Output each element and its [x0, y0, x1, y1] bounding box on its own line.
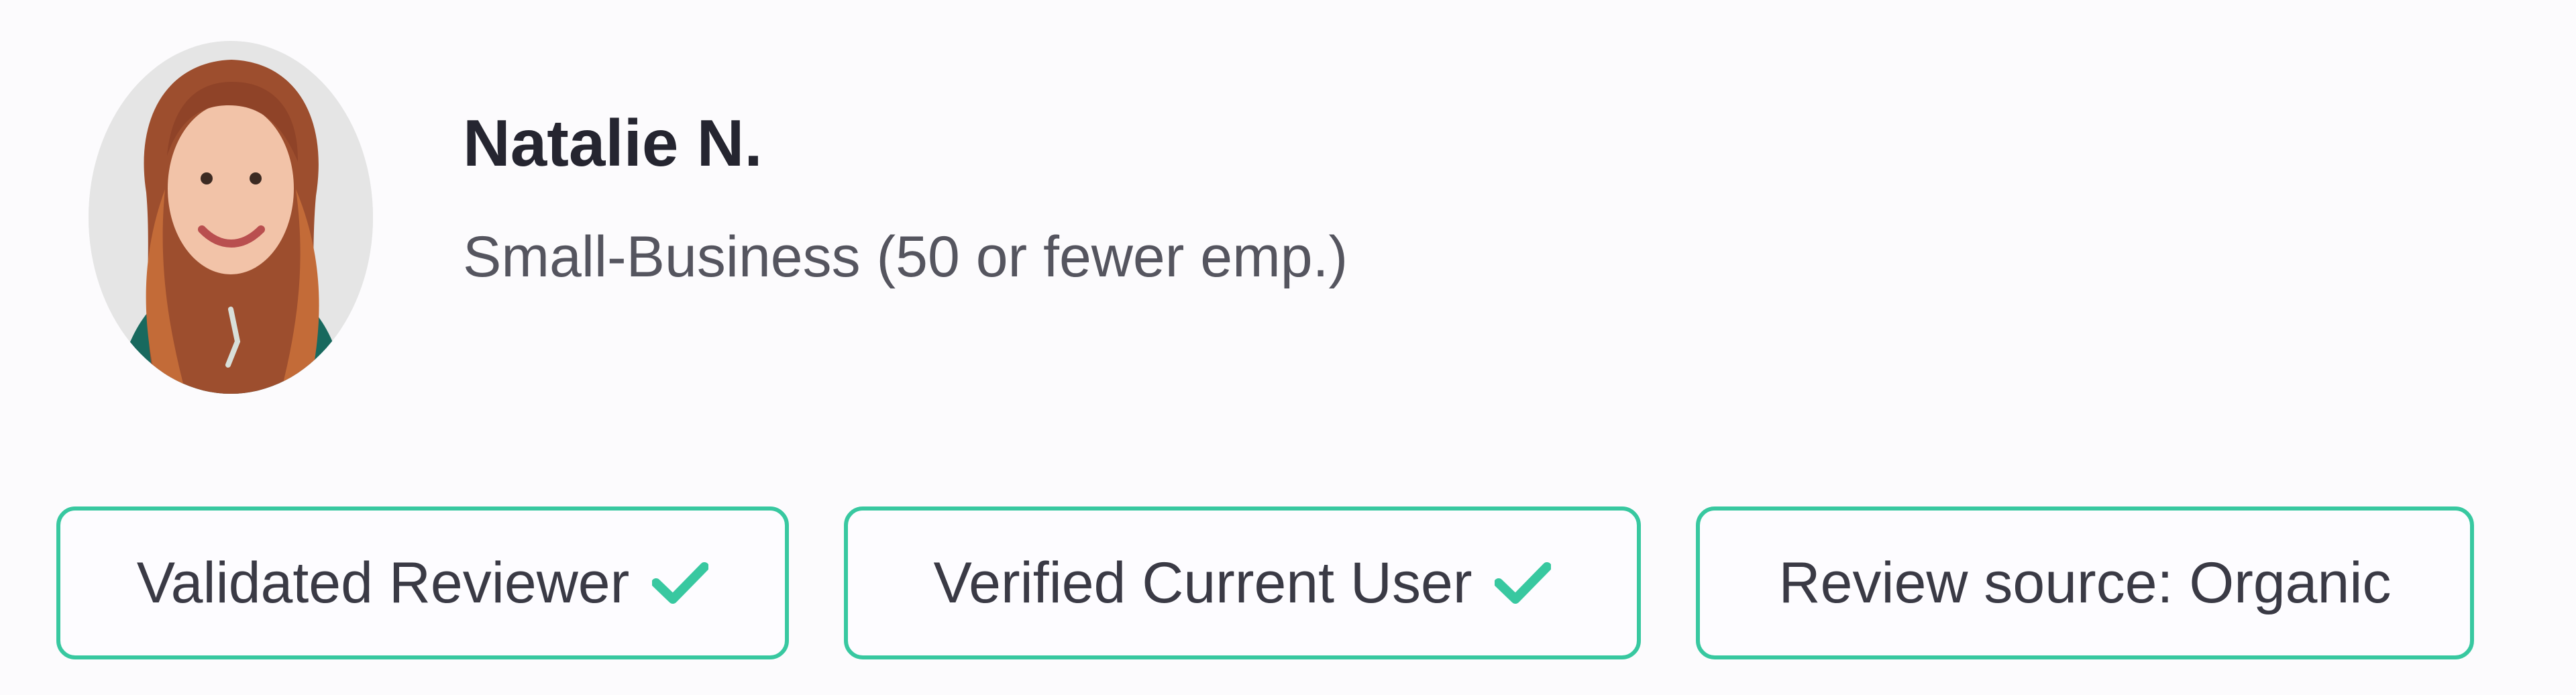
review-source-badge: Review source: Organic [1696, 506, 2474, 659]
verified-current-user-label: Verified Current User [933, 550, 1472, 615]
avatar [89, 41, 373, 394]
validated-reviewer-badge: Validated Reviewer [56, 506, 789, 659]
review-source-label: Review source: Organic [1778, 550, 2392, 615]
validated-reviewer-label: Validated Reviewer [136, 550, 630, 615]
verified-current-user-badge: Verified Current User [844, 506, 1641, 659]
check-icon [1495, 562, 1552, 604]
reviewer-card: Natalie N. Small-Business (50 or fewer e… [0, 0, 2576, 695]
reviewer-segment: Small-Business (50 or fewer emp.) [463, 225, 1348, 289]
check-icon [652, 562, 709, 604]
reviewer-name: Natalie N. [463, 106, 763, 180]
